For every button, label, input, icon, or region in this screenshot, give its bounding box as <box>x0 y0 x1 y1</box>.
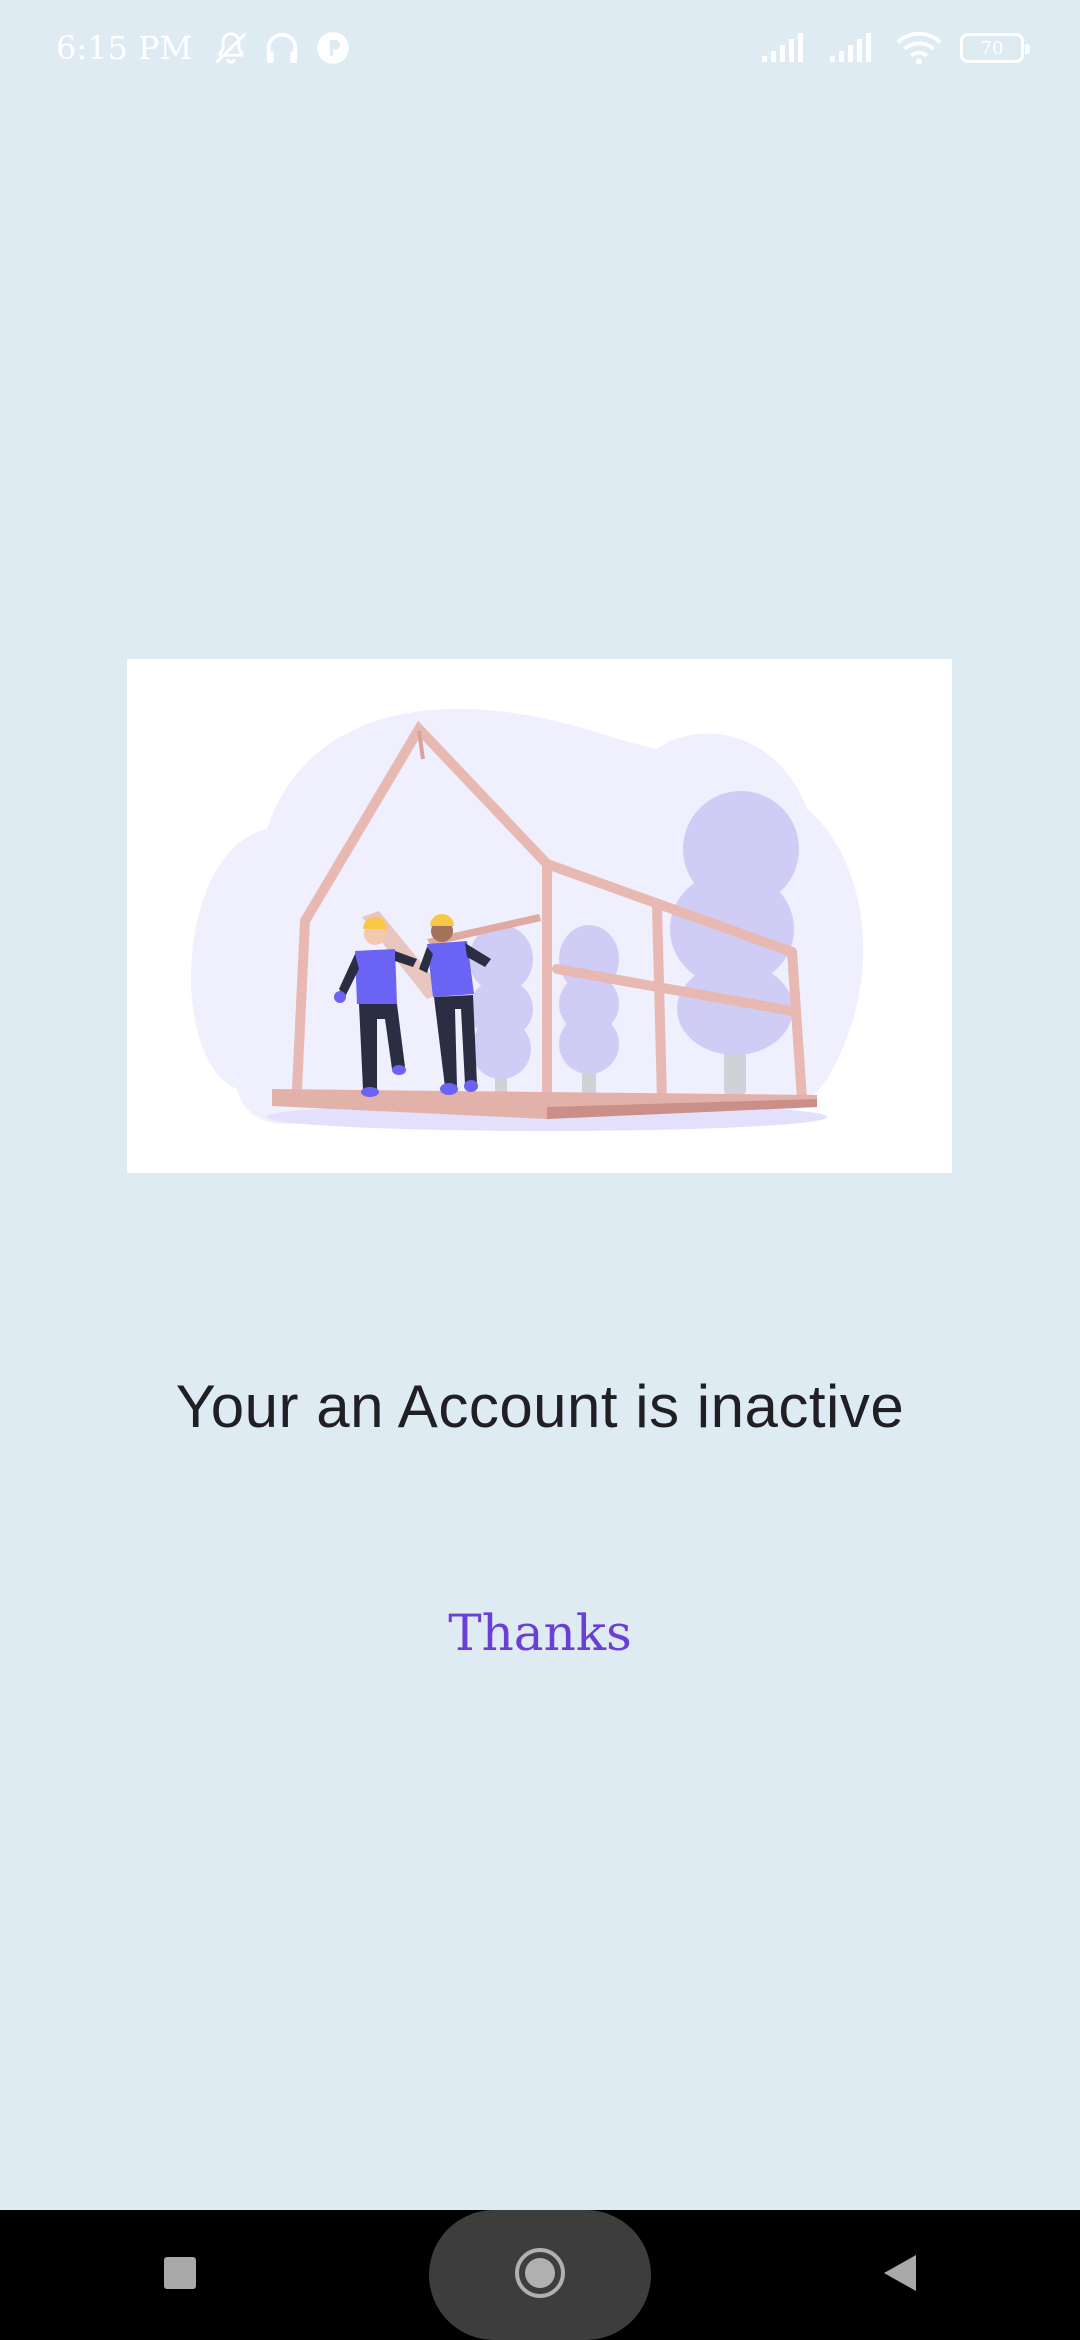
status-right: 70 <box>760 30 1030 66</box>
back-button[interactable] <box>790 2210 1010 2340</box>
house-construction-illustration <box>127 659 952 1173</box>
battery-level: 70 <box>980 37 1004 59</box>
wifi-icon <box>896 30 942 66</box>
thanks-button[interactable]: Thanks <box>0 1604 1080 1662</box>
square-icon <box>163 2256 197 2295</box>
status-time: 6:15 PM <box>56 29 193 67</box>
navigation-bar <box>0 2210 1080 2340</box>
app-notification-icon <box>314 29 352 67</box>
status-left: 6:15 PM <box>56 28 352 68</box>
headphones-icon <box>262 28 302 68</box>
mute-bell-icon <box>212 29 250 67</box>
signal-1-icon <box>760 32 810 64</box>
account-inactive-message: Your an Account is inactive <box>175 1373 905 1440</box>
recents-button[interactable] <box>70 2210 290 2340</box>
triangle-back-icon <box>882 2253 918 2298</box>
circle-home-icon <box>513 2246 567 2305</box>
status-bar: 6:15 PM 70 <box>0 0 1080 96</box>
battery-icon: 70 <box>960 33 1030 63</box>
signal-2-icon <box>828 32 878 64</box>
screen: 6:15 PM 70 Your an Account is inactive T… <box>0 0 1080 2340</box>
home-button[interactable] <box>428 2210 651 2340</box>
